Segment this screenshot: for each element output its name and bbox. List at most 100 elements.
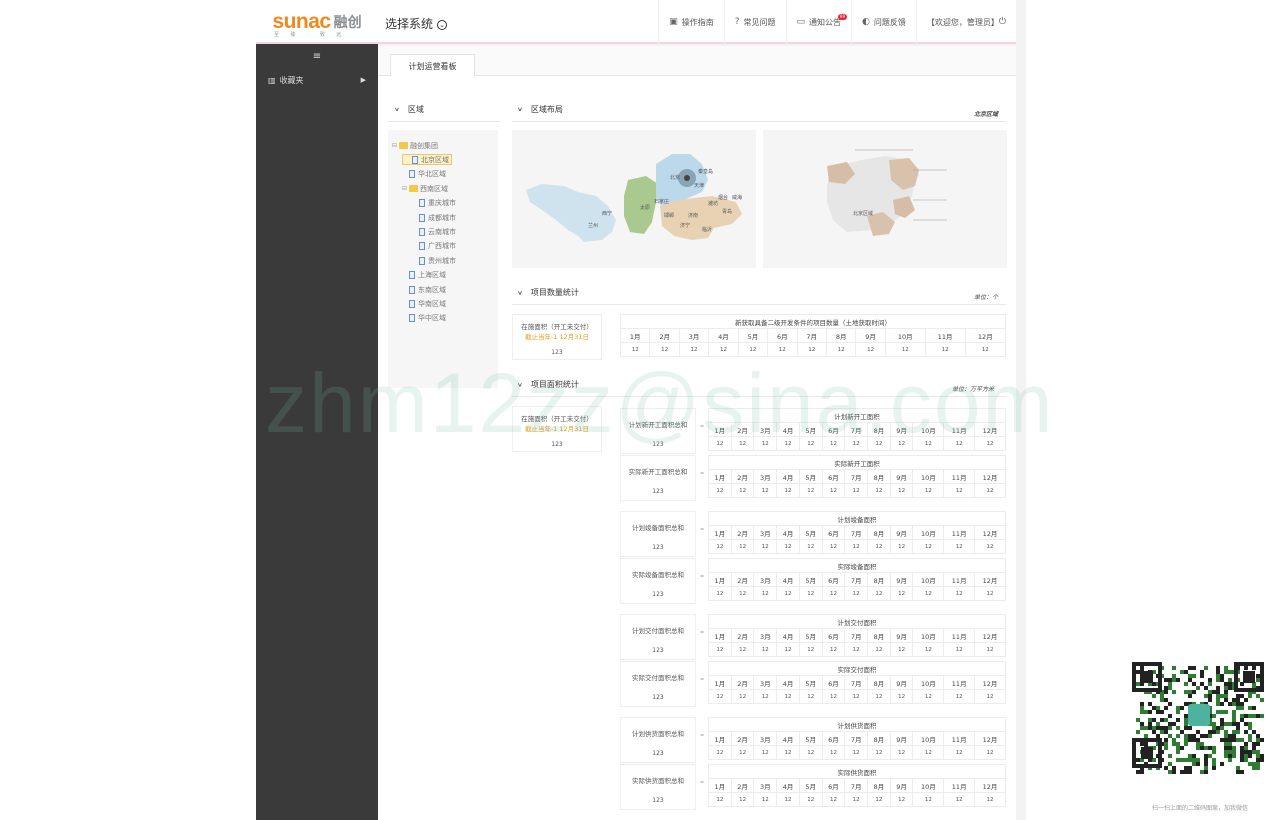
nav-item-4[interactable]: 【欢迎您，管理员】 ⏻ (915, 0, 1016, 44)
tree-node[interactable]: 贵州城市 (412, 255, 456, 266)
month-value: 12 (844, 792, 869, 807)
month-header: 6月 (767, 328, 798, 343)
sidebar: ≡ ▥ 收藏夹 ▶ (256, 44, 378, 820)
month-header: 3月 (678, 328, 710, 343)
equals-sign: = (700, 630, 705, 636)
area-sum-cell[interactable]: 实际供货面积总和 123 (620, 764, 696, 810)
china-north-map[interactable]: 北京 天津 太原 石家庄 济南 青岛 兰州 济宁 西宁 秦皇岛 烟台 威海 潍坊… (512, 130, 756, 268)
tree-node[interactable]: ⊟ 融创集团 (392, 140, 438, 151)
area-sum-cell[interactable]: 实际交付面积总和 123 (620, 661, 696, 707)
month-value: 12 (708, 539, 732, 554)
count-area-card[interactable]: 在施面积（开工未交付） 截止当年-1 12月31日 123 (512, 314, 602, 360)
month-value: 12 (730, 745, 755, 760)
area-section-title[interactable]: ∨ 项目面积统计 (517, 379, 579, 390)
table-row: 1月 2月 3月 4月 5月 6月 7月 8月 9月 10月 11月 12月 (708, 525, 1006, 540)
collapse-icon[interactable]: ⊟ (392, 142, 399, 149)
menu-toggle-icon[interactable]: ≡ (256, 44, 378, 68)
month-header: 3月 (753, 525, 778, 540)
nav-item-2[interactable]: ▭ 通知公告 99 (785, 0, 852, 44)
sidebar-item-favorites[interactable]: ▥ 收藏夹 ▶ (256, 68, 378, 92)
month-header: 12月 (974, 731, 1006, 746)
tree-node[interactable]: 上海区域 (402, 270, 446, 281)
power-icon[interactable]: ⏻ (999, 17, 1006, 27)
table-title: 新获取具备二级开发条件的项目数量（土地获取时间） (620, 314, 1006, 329)
grid-icon: ▥ (268, 75, 276, 85)
table-row: 1月 2月 3月 4月 5月 6月 7月 8月 9月 10月 11月 12月 (708, 572, 1006, 587)
month-header: 2月 (730, 525, 755, 540)
system-selector[interactable]: 选择系统 ⌄ (385, 15, 448, 32)
tree-node[interactable]: 东南区域 (402, 284, 446, 295)
map-label: 北京区域 (853, 211, 874, 217)
month-value: 12 (798, 745, 823, 760)
area-total-card[interactable]: 在施面积（开工未交付） 截止当年-1 12月31日 123 (512, 406, 602, 452)
month-value: 12 (821, 586, 846, 601)
month-value: 12 (776, 586, 800, 601)
table-title: 计划供货面积 (708, 717, 1006, 732)
month-header: 4月 (776, 778, 800, 793)
nav-label: 操作指南 (681, 17, 714, 27)
table-row: 1月 2月 3月 4月 5月 6月 7月 8月 9月 10月 11月 12月 (708, 422, 1006, 437)
nav-label: 常见问题 (743, 17, 776, 27)
sidebar-item-label: 收藏夹 (279, 75, 304, 85)
month-value: 12 (730, 586, 755, 601)
tree-node[interactable]: 广西城市 (412, 241, 456, 252)
month-value: 12 (776, 539, 800, 554)
area-sum-cell[interactable]: 计划竣备面积总和 123 (620, 511, 696, 557)
nav-label: 【欢迎您，管理员】 (926, 17, 999, 27)
system-label: 选择系统 (385, 17, 434, 31)
tree-node[interactable]: 华南区域 (402, 298, 446, 309)
area-sum-cell[interactable]: 计划供货面积总和 123 (620, 717, 696, 763)
area-sum-value: 123 (652, 694, 664, 701)
nav-item-0[interactable]: ▣ 操作指南 (658, 0, 724, 44)
month-value: 12 (844, 745, 869, 760)
tree-node[interactable]: 华北区域 (402, 169, 446, 180)
nav-item-1[interactable]: ? 常见问题 (723, 0, 786, 44)
month-value: 12 (821, 436, 846, 451)
month-value: 12 (884, 342, 926, 357)
month-value: 12 (753, 745, 778, 760)
beijing-region-map[interactable]: 北京区域 (763, 130, 1007, 268)
area-sum-label: 实际交付面积总和 (632, 674, 684, 682)
tree-node[interactable]: ⊟ 西南区域 (402, 183, 448, 194)
month-value: 12 (649, 342, 680, 357)
collapse-icon[interactable]: ⊟ (402, 185, 409, 192)
tree-node[interactable]: 北京区域 (402, 154, 452, 166)
sunac-logo[interactable]: sunac 融创 至 臻 · 致 远 (256, 0, 378, 44)
area-sum-value: 123 (652, 544, 664, 551)
area-sum-label: 实际供货面积总和 (632, 777, 684, 785)
month-header: 6月 (821, 525, 846, 540)
tab-plan-dashboard[interactable]: 计划运营看板 (390, 54, 475, 77)
card-value: 123 (551, 441, 563, 448)
region-section-title[interactable]: ∨ 区域 (394, 104, 424, 115)
month-value: 12 (867, 483, 891, 498)
tree-node-label: 华南区域 (418, 299, 446, 308)
month-header: 5月 (737, 328, 769, 343)
month-header: 4月 (776, 525, 800, 540)
tree-node[interactable]: 华中区域 (402, 313, 446, 324)
count-section-title[interactable]: ∨ 项目数量统计 (517, 287, 579, 298)
tree-node[interactable]: 成都城市 (412, 212, 456, 223)
tree-node[interactable]: 云南城市 (412, 226, 456, 237)
table-row: 1月 2月 3月 4月 5月 6月 7月 8月 9月 10月 11月 12月 (708, 731, 1006, 746)
month-value: 12 (796, 342, 827, 357)
layout-section-title[interactable]: ∨ 区域布局 (517, 104, 563, 115)
map-label: 济南 (688, 213, 699, 219)
table-title: 计划交付面积 (708, 614, 1006, 629)
month-header: 9月 (889, 778, 914, 793)
month-value: 12 (912, 745, 945, 760)
month-header: 5月 (798, 525, 823, 540)
table-title: 计划新开工面积 (708, 408, 1006, 423)
month-value: 12 (867, 642, 891, 657)
area-sum-cell[interactable]: 计划新开工面积总和 123 (620, 408, 696, 454)
app-window: sunac 融创 至 臻 · 致 远 选择系统 ⌄ ▣ 操作指南? 常见问题 ▭ 通知公告… (256, 0, 1026, 820)
nav-icon: ▣ (669, 17, 678, 27)
area-sum-cell[interactable]: 计划交付面积总和 123 (620, 614, 696, 660)
document-icon (409, 285, 415, 294)
area-sum-cell[interactable]: 实际新开工面积总和 123 (620, 455, 696, 501)
month-value: 12 (730, 792, 755, 807)
nav-item-3[interactable]: ◐ 问题反馈 (851, 0, 916, 44)
area-unit: 单位：万平方米 (952, 386, 995, 393)
area-sum-cell[interactable]: 实际竣备面积总和 123 (620, 558, 696, 604)
tree-node[interactable]: 重庆城市 (412, 198, 456, 209)
month-header: 1月 (708, 628, 732, 643)
